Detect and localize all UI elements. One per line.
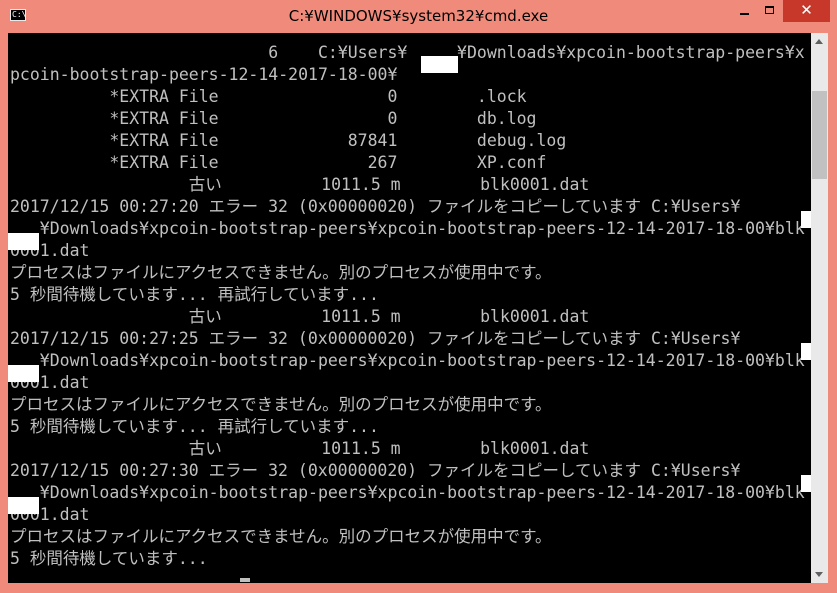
- console-line: 5 秒間待機しています... 再試行しています...: [10, 417, 379, 436]
- maximize-button[interactable]: [757, 0, 783, 22]
- console-line: 5 秒間待機しています... 再試行しています...: [10, 285, 379, 304]
- redacted-username: [8, 497, 39, 514]
- console-line: プロセスはファイルにアクセスできません。別のプロセスが使用中です。: [10, 263, 552, 282]
- console-line: *EXTRA File 267 XP.conf: [10, 153, 547, 172]
- minimize-button[interactable]: [731, 0, 757, 22]
- console-line: プロセスはファイルにアクセスできません。別のプロセスが使用中です。: [10, 527, 552, 546]
- console-line: 古い 1011.5 m blk0001.dat: [10, 175, 590, 194]
- console-line: *EXTRA File 87841 debug.log: [10, 131, 567, 150]
- console-line: *EXTRA File 0 db.log: [10, 109, 537, 128]
- text-cursor: [240, 578, 250, 582]
- console-line: ¥Downloads¥xpcoin-bootstrap-peers¥xpcoin…: [10, 219, 805, 238]
- console-line: ¥Downloads¥xpcoin-bootstrap-peers¥xpcoin…: [10, 351, 805, 370]
- scrollbar-thumb[interactable]: [812, 91, 827, 179]
- scroll-up-arrow-icon[interactable]: [811, 33, 828, 50]
- cmd-window: C:\ C:¥WINDOWS¥system32¥cmd.exe ✕ 6 C:¥U…: [0, 0, 837, 593]
- console-output[interactable]: 6 C:¥Users¥ ¥Downloads¥xpcoin-bootstrap-…: [8, 33, 811, 583]
- console-line: 5 秒間待機しています...: [10, 549, 208, 568]
- close-button[interactable]: ✕: [783, 0, 830, 22]
- console-line: pcoin-bootstrap-peers-12-14-2017-18-00¥: [10, 65, 398, 84]
- close-icon: ✕: [800, 1, 813, 19]
- console-line: *EXTRA File 0 .lock: [10, 87, 527, 106]
- console-line: 2017/12/15 00:27:30 エラー 32 (0x00000020) …: [10, 461, 741, 480]
- console-line: プロセスはファイルにアクセスできません。別のプロセスが使用中です。: [10, 395, 552, 414]
- console-line: ¥Downloads¥xpcoin-bootstrap-peers¥xpcoin…: [10, 483, 805, 502]
- title-bar[interactable]: C:\ C:¥WINDOWS¥system32¥cmd.exe ✕: [0, 0, 837, 33]
- vertical-scrollbar[interactable]: [811, 33, 828, 583]
- console-line: 古い 1011.5 m blk0001.dat: [10, 307, 590, 326]
- redacted-username: [801, 211, 811, 228]
- redacted-username: [421, 56, 458, 73]
- console-line: 古い 1011.5 m blk0001.dat: [10, 439, 590, 458]
- console-line: 6 C:¥Users¥ ¥Downloads¥xpcoin-bootstrap-…: [10, 43, 805, 62]
- redacted-username: [8, 233, 39, 250]
- scroll-down-arrow-icon[interactable]: [811, 566, 828, 583]
- redacted-username: [801, 343, 811, 360]
- redacted-username: [801, 475, 811, 492]
- console-line: 2017/12/15 00:27:20 エラー 32 (0x00000020) …: [10, 197, 741, 216]
- redacted-username: [8, 365, 39, 382]
- window-title: C:¥WINDOWS¥system32¥cmd.exe: [288, 7, 549, 25]
- console-line: 2017/12/15 00:27:25 エラー 32 (0x00000020) …: [10, 329, 741, 348]
